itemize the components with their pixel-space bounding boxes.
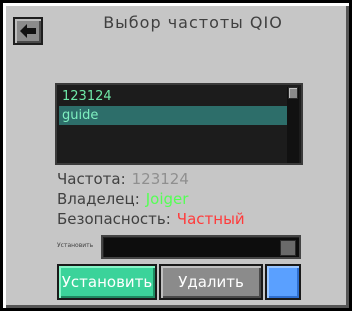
list-item-selected[interactable]: guide [59,106,287,125]
security-label: Безопасность: [57,210,171,228]
owner-label: Владелец: [57,190,140,208]
arrow-left-icon [20,24,36,38]
color-picker-button[interactable] [265,264,301,300]
frequency-input[interactable] [101,235,301,259]
security-row: Безопасность: Частный [57,209,245,229]
list-item[interactable]: 123124 [59,87,287,106]
scroll-thumb[interactable] [288,87,298,99]
owner-row: Владелец: Joiger [57,189,188,209]
set-button[interactable]: Установить [57,264,157,300]
frequency-row: Частота: 123124 [57,169,189,189]
delete-button[interactable]: Удалить [159,264,263,300]
owner-value: Joiger [145,190,189,208]
checkmark-icon[interactable] [280,240,296,256]
frequency-value: 123124 [131,170,189,188]
back-button[interactable] [13,17,43,45]
list-scrollbar[interactable] [287,87,299,163]
window-title: Выбор частоты QIO [103,13,283,32]
frequency-list[interactable]: 123124 guide [55,83,303,165]
frequency-label: Частота: [57,170,126,188]
input-label: Установить [57,242,94,249]
qio-frequency-window: Выбор частоты QIO 123124 guide Частота: 1… [0,0,352,311]
security-value: Частный [176,210,245,228]
